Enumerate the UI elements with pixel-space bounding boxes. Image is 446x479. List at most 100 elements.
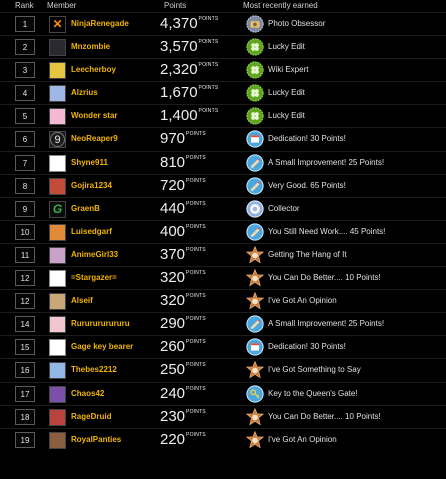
key-badge-icon[interactable] — [246, 384, 264, 403]
star-badge-icon[interactable] — [245, 291, 265, 310]
points-header: Points — [164, 1, 187, 10]
pencil-badge-icon[interactable] — [246, 153, 264, 172]
points-label: POINTS — [186, 177, 206, 184]
member-name-link[interactable]: =Stargazer= — [71, 273, 117, 283]
points-value: 400POINTS — [160, 223, 230, 241]
member-name-link[interactable]: AnimeGirl33 — [71, 250, 118, 260]
member-name-link[interactable]: Leecherboy — [71, 65, 116, 75]
table-row: 4 Alzrius 1,670POINTS Lucky Edit — [0, 81, 446, 104]
points-label: POINTS — [186, 270, 206, 277]
table-row: 15 Gage key bearer 260POINTS Dedication! 30… — [0, 335, 446, 358]
star-badge-icon[interactable] — [245, 407, 265, 426]
points-label: POINTS — [186, 316, 206, 323]
points-number: 1,400 — [160, 107, 198, 125]
member-avatar[interactable]: 9 — [49, 131, 66, 149]
rank-number: 1 — [15, 16, 35, 32]
member-avatar[interactable] — [49, 408, 66, 426]
member-avatar[interactable] — [49, 108, 66, 126]
recent-header: Most recently earned — [243, 1, 318, 10]
table-row: 9 G GraenB 440POINTS Collector — [0, 196, 446, 220]
member-name-link[interactable]: NeoReaper9 — [71, 134, 118, 144]
table-row: 11 AnimeGirl33 370POINTS Getting The Hang o… — [0, 242, 446, 266]
points-number: 320 — [160, 292, 186, 310]
member-name-link[interactable]: NinjaRenegade — [71, 19, 129, 29]
table-row: 10 Luisedgarf 400POINTS You Still Need Work… — [0, 219, 446, 243]
member-name-link[interactable]: Alzrius — [71, 88, 98, 98]
rank-number: 14 — [15, 316, 35, 333]
member-avatar[interactable] — [49, 177, 66, 195]
clover-badge-icon[interactable] — [246, 38, 264, 56]
badge-name: A Small Improvement! 25 Points! — [268, 157, 385, 167]
clover-badge-icon[interactable] — [246, 61, 264, 79]
pencil-badge-icon[interactable] — [246, 223, 264, 241]
member-avatar[interactable] — [49, 431, 66, 449]
collector-badge-icon[interactable] — [246, 200, 264, 218]
member-avatar[interactable] — [49, 39, 66, 57]
member-name-link[interactable]: Shyne911 — [71, 158, 108, 168]
points-label: POINTS — [198, 62, 219, 69]
badge-name: Lucky Edit — [268, 88, 305, 98]
member-name-link[interactable]: RoyalPanties — [71, 435, 121, 445]
points-number: 4,370 — [160, 15, 198, 32]
points-value: 1,670POINTS — [160, 84, 230, 102]
member-name-link[interactable]: Gage key bearer — [71, 342, 133, 352]
star-badge-icon[interactable] — [245, 268, 265, 287]
rank-number: 19 — [15, 431, 35, 448]
rank-number: 4 — [15, 85, 35, 102]
badge-name: Very Good. 65 Points! — [268, 180, 346, 190]
member-avatar[interactable] — [49, 270, 66, 288]
calendar-badge-icon[interactable] — [246, 338, 264, 356]
points-number: 2,320 — [160, 61, 198, 79]
calendar-badge-icon[interactable] — [246, 130, 264, 149]
rank-number: 10 — [15, 223, 35, 240]
pencil-badge-icon[interactable] — [246, 315, 264, 333]
member-avatar[interactable] — [49, 316, 66, 334]
badge-name: I've Got An Opinion — [268, 296, 337, 306]
pencil-badge-icon[interactable] — [246, 177, 264, 195]
badge-name: You Can Do Better.... 10 Points! — [268, 273, 381, 283]
points-label: POINTS — [186, 154, 206, 161]
points-value: 440POINTS — [160, 200, 230, 218]
photo-badge-icon[interactable] — [246, 15, 264, 33]
member-name-link[interactable]: Thebes2212 — [71, 365, 117, 375]
member-name-link[interactable]: Chaos42 — [71, 389, 104, 399]
points-value: 4,370POINTS — [160, 15, 230, 33]
member-avatar[interactable] — [49, 385, 66, 403]
points-number: 230 — [160, 407, 186, 425]
member-name-link[interactable]: Wonder star — [71, 111, 118, 121]
member-avatar[interactable] — [49, 293, 66, 311]
member-name-link[interactable]: Mnzombie — [71, 42, 110, 52]
member-name-link[interactable]: Alseif — [71, 296, 93, 306]
member-name-link[interactable]: GraenB — [71, 204, 100, 214]
member-avatar[interactable]: ✕ — [49, 16, 66, 33]
member-avatar[interactable]: G — [49, 200, 66, 218]
member-avatar[interactable] — [49, 362, 66, 380]
points-number: 320 — [160, 269, 186, 287]
table-row: 7 Shyne911 810POINTS A Small Improvement! 2… — [0, 150, 446, 174]
points-label: POINTS — [186, 246, 206, 253]
rank-number: 3 — [15, 62, 35, 79]
star-badge-icon[interactable] — [245, 245, 265, 264]
member-avatar[interactable] — [49, 246, 66, 264]
member-avatar[interactable] — [49, 154, 66, 172]
member-name-link[interactable]: Rururururururu — [71, 319, 130, 329]
member-avatar[interactable] — [49, 62, 66, 80]
member-avatar[interactable] — [49, 223, 66, 241]
star-badge-icon[interactable] — [245, 361, 265, 379]
member-avatar[interactable] — [49, 339, 66, 357]
rank-number: 9 — [15, 200, 35, 217]
points-value: 720POINTS — [160, 177, 230, 195]
member-avatar[interactable] — [49, 85, 66, 103]
rank-number: 15 — [15, 339, 35, 356]
points-value: 320POINTS — [160, 269, 230, 287]
member-name-link[interactable]: Luisedgarf — [71, 227, 112, 237]
points-label: POINTS — [198, 16, 219, 22]
clover-badge-icon[interactable] — [246, 107, 264, 126]
badge-name: Wiki Expert — [268, 65, 309, 75]
member-name-link[interactable]: Gojira1234 — [71, 181, 112, 191]
clover-badge-icon[interactable] — [246, 84, 264, 102]
badge-name: Getting The Hang of It — [268, 249, 347, 259]
badge-name: A Small Improvement! 25 Points! — [268, 319, 385, 329]
member-name-link[interactable]: RageDruid — [71, 412, 111, 422]
star-badge-icon[interactable] — [245, 430, 265, 449]
